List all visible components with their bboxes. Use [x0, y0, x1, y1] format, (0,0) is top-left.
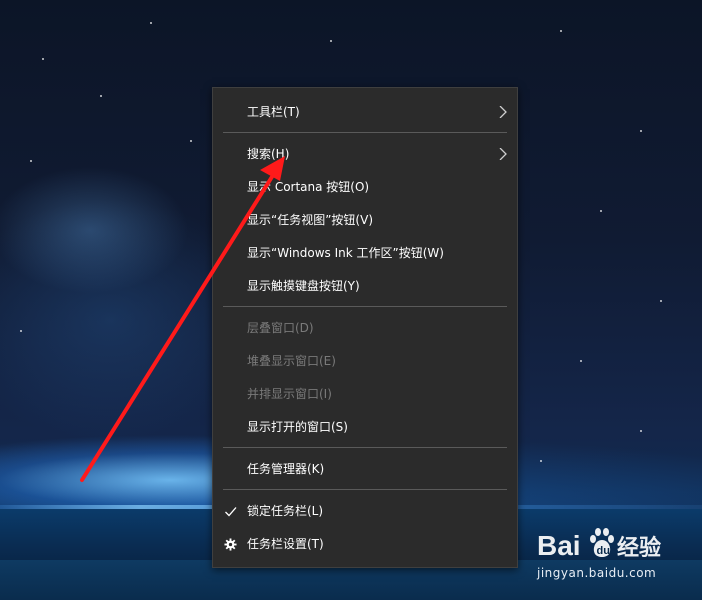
menu-separator	[223, 132, 507, 133]
menu-item-show-task-view-button[interactable]: 显示“任务视图”按钮(V)	[213, 204, 517, 237]
menu-item-show-windows-ink-button[interactable]: 显示“Windows Ink 工作区”按钮(W)	[213, 237, 517, 270]
gear-icon	[224, 538, 237, 551]
menu-item-label: 并排显示窗口(I)	[247, 387, 332, 401]
svg-text:du: du	[597, 545, 610, 557]
menu-item-label: 显示“任务视图”按钮(V)	[247, 213, 374, 227]
menu-item-label: 显示打开的窗口(S)	[247, 420, 348, 434]
menu-separator	[223, 489, 507, 490]
menu-item-label: 显示“Windows Ink 工作区”按钮(W)	[247, 246, 444, 260]
watermark-url: jingyan.baidu.com	[537, 566, 657, 580]
menu-item-label: 锁定任务栏(L)	[247, 504, 324, 518]
menu-separator	[223, 306, 507, 307]
menu-item-toolbars[interactable]: 工具栏(T)	[213, 96, 517, 129]
menu-item-show-cortana-button[interactable]: 显示 Cortana 按钮(O)	[213, 171, 517, 204]
menu-item-search[interactable]: 搜索(H)	[213, 138, 517, 171]
chevron-right-icon	[499, 106, 507, 118]
checkmark-icon	[225, 507, 237, 517]
menu-item-task-manager[interactable]: 任务管理器(K)	[213, 453, 517, 486]
menu-item-cascade-windows: 层叠窗口(D)	[213, 312, 517, 345]
menu-item-label: 层叠窗口(D)	[247, 321, 314, 335]
menu-item-side-by-side-windows: 并排显示窗口(I)	[213, 378, 517, 411]
baidu-jingyan-watermark-logo: Bai du 经验	[537, 528, 661, 561]
menu-item-show-touch-keyboard-button[interactable]: 显示触摸键盘按钮(Y)	[213, 270, 517, 303]
menu-item-label: 搜索(H)	[247, 147, 290, 161]
svg-text:Bai: Bai	[537, 530, 581, 561]
menu-item-stack-windows: 堆叠显示窗口(E)	[213, 345, 517, 378]
menu-item-show-desktop-windows[interactable]: 显示打开的窗口(S)	[213, 411, 517, 444]
menu-item-label: 显示触摸键盘按钮(Y)	[247, 279, 360, 293]
menu-item-label: 任务栏设置(T)	[247, 537, 324, 551]
menu-item-label: 显示 Cortana 按钮(O)	[247, 180, 370, 194]
menu-item-label: 任务管理器(K)	[247, 462, 325, 476]
chevron-right-icon	[499, 148, 507, 160]
menu-item-taskbar-settings[interactable]: 任务栏设置(T)	[213, 528, 517, 561]
menu-item-label: 工具栏(T)	[247, 105, 300, 119]
taskbar-context-menu: 工具栏(T) 搜索(H) 显示 Cortana 按钮(O) 显示“任务视图”按钮…	[212, 87, 518, 568]
svg-text:经验: 经验	[617, 535, 661, 561]
menu-separator	[223, 447, 507, 448]
menu-item-lock-taskbar[interactable]: 锁定任务栏(L)	[213, 495, 517, 528]
menu-item-label: 堆叠显示窗口(E)	[247, 354, 336, 368]
